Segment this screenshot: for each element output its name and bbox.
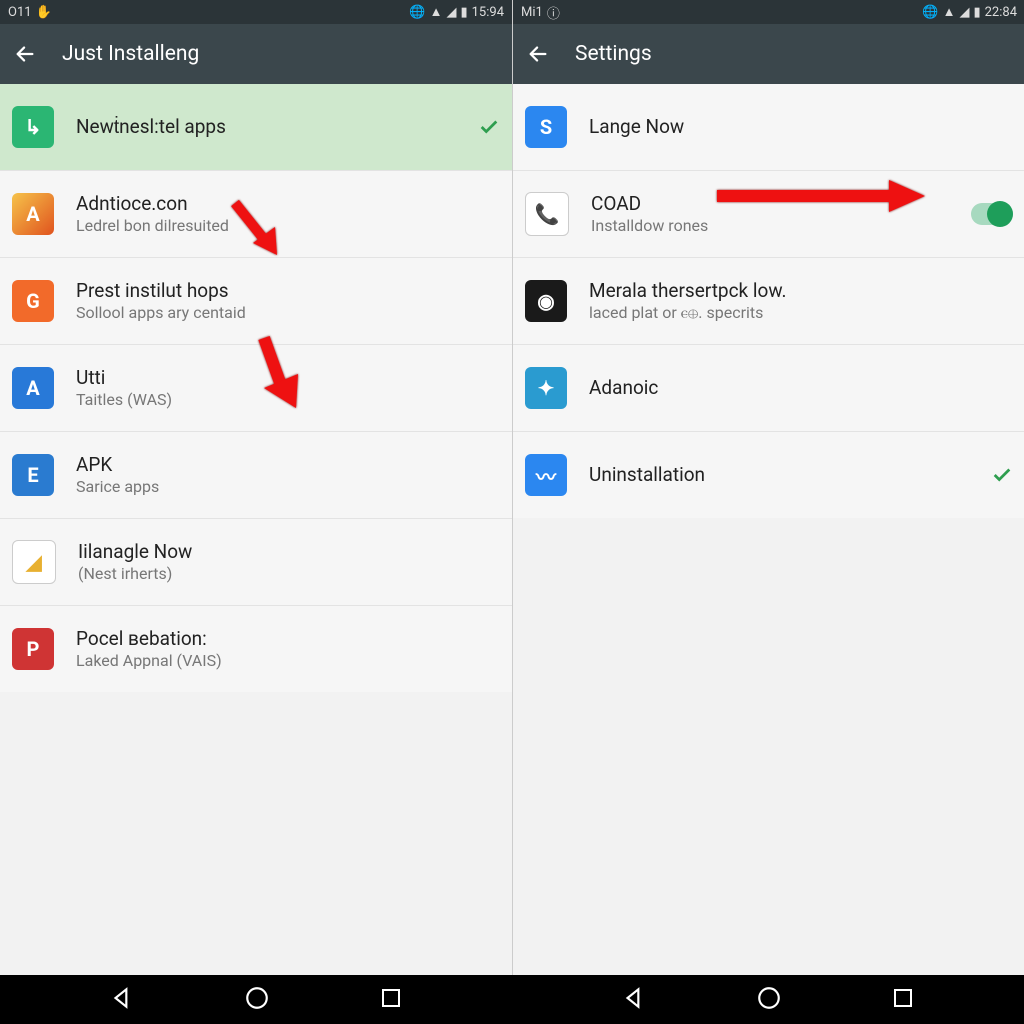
- globe-icon: 🌐: [409, 5, 425, 20]
- app-title: Pocel вebation:: [76, 627, 500, 651]
- setting-subtitle: laced plat or ⲉ⊕. specrits: [589, 303, 1013, 323]
- app-subtitle: Sarice apps: [76, 477, 500, 497]
- status-carrier: O11: [8, 5, 32, 20]
- app-icon: G: [12, 280, 54, 322]
- status-bar: O11 ✋ 🌐 ▲ ◢ ▮ 15:94: [0, 0, 512, 24]
- page-title: Settings: [575, 42, 652, 66]
- list-item[interactable]: 📞 COADInstalldow rones: [513, 170, 1024, 257]
- nav-home-icon[interactable]: [244, 985, 270, 1015]
- setting-title: Lange Now: [589, 115, 1013, 139]
- app-icon: ◉: [525, 280, 567, 322]
- app-subtitle: (Nest irherts): [78, 564, 500, 584]
- android-nav-bar: [0, 975, 1024, 1024]
- app-subtitle: Ledrel bon dilresuited: [76, 216, 500, 236]
- setting-title: Uninstallation: [589, 463, 983, 487]
- app-icon: A: [12, 193, 54, 235]
- app-list[interactable]: ↳ Newṫnesl:tel apps A Adntioce.conLedrel…: [0, 84, 512, 692]
- list-item[interactable]: ◢ Iilanagle Now(Nest irherts): [0, 518, 512, 605]
- status-clock: 22:84: [985, 5, 1017, 20]
- setting-title: COAD: [591, 192, 963, 216]
- app-title: Iilanagle Now: [78, 540, 500, 564]
- app-title: Newṫnesl:tel apps: [76, 115, 470, 139]
- app-title: APK: [76, 453, 500, 477]
- list-item[interactable]: S Lange Now: [513, 84, 1024, 170]
- app-icon: 〰: [525, 454, 567, 496]
- left-phone-screen: O11 ✋ 🌐 ▲ ◢ ▮ 15:94 Just Installeng ↳ Ne…: [0, 0, 512, 975]
- back-arrow-icon[interactable]: [527, 43, 549, 65]
- app-title: Utti: [76, 366, 500, 390]
- battery-icon: ▮: [460, 5, 467, 20]
- right-phone-screen: Mi1 ⓘ 🌐 ▲ ◢ ▮ 22:84 Settings S Lange Now…: [512, 0, 1024, 975]
- back-arrow-icon[interactable]: [14, 43, 36, 65]
- app-title: Prest instilut hops: [76, 279, 500, 303]
- list-item[interactable]: A Adntioce.conLedrel bon dilresuited: [0, 170, 512, 257]
- check-icon: [478, 116, 500, 138]
- app-bar: Just Installeng: [0, 24, 512, 84]
- list-item[interactable]: P Pocel вebation:Laked Appnal (VAIS): [0, 605, 512, 692]
- list-item[interactable]: ✦ Adanoic: [513, 344, 1024, 431]
- nav-back-icon[interactable]: [109, 985, 135, 1015]
- nav-recents-icon[interactable]: [891, 986, 915, 1014]
- app-icon: ↳: [12, 106, 54, 148]
- setting-title: Merala thersertpck low.: [589, 279, 1013, 303]
- setting-subtitle: Installdow rones: [591, 216, 963, 236]
- app-subtitle: Taitles (WAS): [76, 390, 500, 410]
- app-subtitle: Sollool apps ary centaid: [76, 303, 500, 323]
- app-icon: ◢: [12, 540, 56, 584]
- list-item[interactable]: 〰 Uninstallation: [513, 431, 1024, 518]
- status-bar: Mi1 ⓘ 🌐 ▲ ◢ ▮ 22:84: [513, 0, 1024, 24]
- info-icon: ⓘ: [547, 3, 560, 22]
- settings-list[interactable]: S Lange Now 📞 COADInstalldow rones ◉ Mer…: [513, 84, 1024, 518]
- check-icon: [991, 464, 1013, 486]
- app-bar: Settings: [513, 24, 1024, 84]
- app-title: Adntioce.con: [76, 192, 500, 216]
- globe-icon: 🌐: [922, 5, 938, 20]
- nav-back-icon[interactable]: [621, 985, 647, 1015]
- page-title: Just Installeng: [62, 42, 199, 66]
- toggle-switch[interactable]: [971, 203, 1013, 225]
- list-item[interactable]: ↳ Newṫnesl:tel apps: [0, 84, 512, 170]
- hand-icon: ✋: [36, 5, 52, 20]
- list-item[interactable]: ◉ Merala thersertpck low.laced plat or ⲉ…: [513, 257, 1024, 344]
- nav-home-icon[interactable]: [756, 985, 782, 1015]
- app-icon: A: [12, 367, 54, 409]
- app-icon: P: [12, 628, 54, 670]
- list-item[interactable]: E APKSarice apps: [0, 431, 512, 518]
- list-item[interactable]: G Prest instilut hopsSollool apps ary ce…: [0, 257, 512, 344]
- signal-icon: ◢: [959, 5, 969, 20]
- app-icon: ✦: [525, 367, 567, 409]
- signal-icon: ◢: [446, 5, 456, 20]
- status-carrier: Mi1: [521, 5, 543, 20]
- list-item[interactable]: A UttiTaitles (WAS): [0, 344, 512, 431]
- setting-title: Adanoic: [589, 376, 1013, 400]
- app-icon: 📞: [525, 192, 569, 236]
- wifi-icon: ▲: [430, 4, 443, 20]
- battery-icon: ▮: [973, 5, 980, 20]
- status-clock: 15:94: [472, 5, 504, 20]
- nav-recents-icon[interactable]: [379, 986, 403, 1014]
- wifi-icon: ▲: [943, 4, 956, 20]
- app-icon: E: [12, 454, 54, 496]
- app-icon: S: [525, 106, 567, 148]
- app-subtitle: Laked Appnal (VAIS): [76, 651, 500, 671]
